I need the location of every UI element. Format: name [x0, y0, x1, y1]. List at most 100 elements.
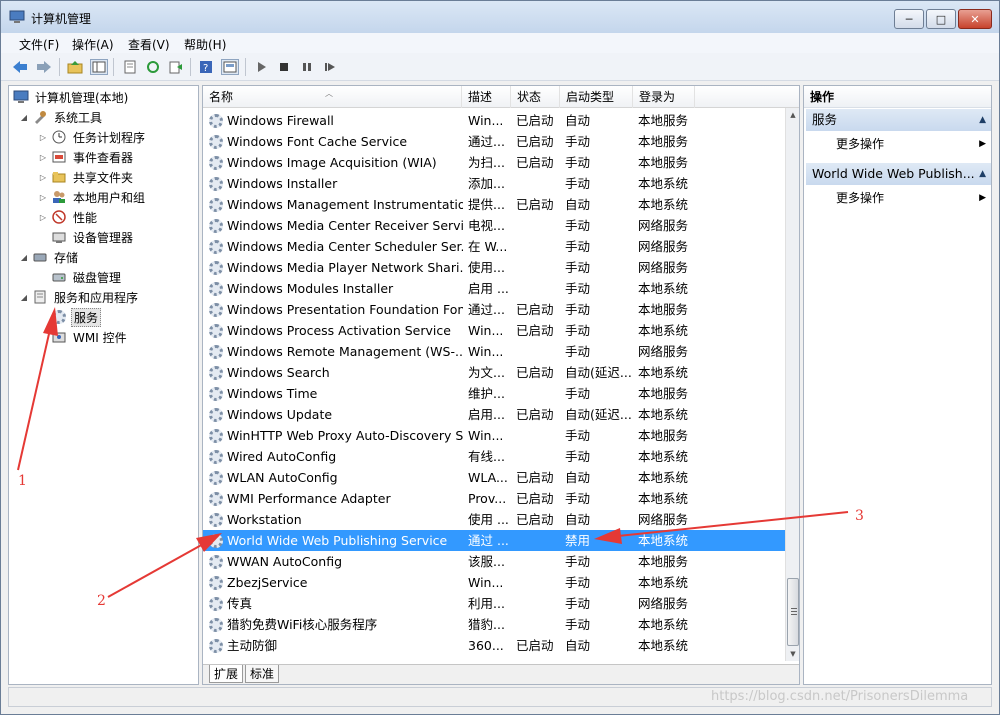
service-row[interactable]: Windows Image Acquisition (WIA) 为扫... 已启动手…	[203, 152, 785, 173]
service-row[interactable]: Windows Installer 添加... 手动 本地系统	[203, 173, 785, 194]
actions-section-www[interactable]: World Wide Web Publish... ▲	[806, 163, 991, 185]
tree-item-services[interactable]: 服务	[51, 307, 102, 327]
service-row[interactable]: 猎豹免费WiFi核心服务程序 猎豹... 手动 本地系统	[203, 614, 785, 635]
service-row[interactable]: Windows Media Player Network Shari... 使用.…	[203, 257, 785, 278]
tree-item-local-users[interactable]: ▷ 本地用户和组	[38, 188, 147, 206]
service-row[interactable]: Windows Media Center Scheduler Ser... 在 W…	[203, 236, 785, 257]
actions-section-services[interactable]: 服务 ▲	[806, 109, 991, 131]
service-row[interactable]: 主动防御 360... 已启动 自动 本地系统	[203, 635, 785, 656]
service-row[interactable]: Windows Remote Management (WS-... Win... 手…	[203, 341, 785, 362]
collapse-triangle-icon[interactable]: ▲	[979, 109, 986, 131]
help-icon[interactable]: ?	[197, 59, 215, 75]
column-header-name[interactable]: 名称 ︿	[203, 86, 462, 108]
service-row[interactable]: WLAN AutoConfig WLA... 已启动 自动 本地系统	[203, 467, 785, 488]
refresh-icon[interactable]	[144, 59, 162, 75]
collapse-triangle-icon[interactable]: ▲	[979, 163, 986, 185]
column-header-logon[interactable]: 登录为	[633, 86, 695, 108]
restart-icon[interactable]	[321, 59, 339, 75]
service-row[interactable]: World Wide Web Publishing Service 通过 ... 禁…	[203, 530, 785, 551]
tab-standard[interactable]: 标准	[245, 665, 280, 683]
gear-icon	[209, 614, 225, 635]
menu-file[interactable]: 文件(F)	[19, 36, 59, 53]
users-icon	[51, 190, 67, 205]
service-row[interactable]: Windows Update 启用... 已启动 自动(延迟... 本地系统	[203, 404, 785, 425]
service-row[interactable]: Windows Time 维护... 手动 本地服务	[203, 383, 785, 404]
service-startup-type: 手动	[565, 155, 591, 170]
minimize-button[interactable]: ─	[894, 9, 924, 29]
menu-view[interactable]: 查看(V)	[128, 36, 170, 53]
tree-item-system-tools[interactable]: ◢ 系统工具	[19, 108, 104, 126]
tree-item-event-viewer[interactable]: ▷ 事件查看器	[38, 148, 135, 166]
gear-icon	[209, 278, 225, 299]
collapse-arrow-icon[interactable]: ◢	[19, 253, 29, 262]
expand-arrow-icon[interactable]: ▷	[38, 173, 48, 182]
service-logon-as: 本地系统	[638, 470, 689, 485]
toolbar-separator	[190, 58, 191, 76]
back-arrow-icon[interactable]	[11, 59, 29, 75]
service-row[interactable]: Windows Presentation Foundation Fon... 通过…	[203, 299, 785, 320]
service-name: 主动防御	[227, 638, 278, 653]
more-actions-services[interactable]: 更多操作 ▶	[836, 134, 986, 154]
tree-item-wmi[interactable]: WMI 控件	[51, 328, 129, 346]
pause-icon[interactable]	[298, 59, 316, 75]
export-icon[interactable]	[167, 59, 185, 75]
service-row[interactable]: Windows Search 为文... 已启动 自动(延迟... 本地系统	[203, 362, 785, 383]
stop-icon[interactable]	[275, 59, 293, 75]
collapse-arrow-icon[interactable]: ◢	[19, 293, 29, 302]
service-row[interactable]: Windows Font Cache Service 通过... 已启动 手动 本地服务	[203, 131, 785, 152]
tree-item-task-scheduler[interactable]: ▷ 任务计划程序	[38, 128, 147, 146]
service-logon-as: 本地服务	[638, 386, 689, 401]
service-row[interactable]: WMI Performance Adapter Prov... 已启动 手动 本地系统	[203, 488, 785, 509]
service-row[interactable]: WinHTTP Web Proxy Auto-Discovery S... Win…	[203, 425, 785, 446]
service-name: 传真	[227, 596, 253, 611]
tree-item-disk-management[interactable]: 磁盘管理	[51, 268, 123, 286]
column-header-desc[interactable]: 描述	[462, 86, 511, 108]
console-icon[interactable]	[221, 59, 239, 75]
tree-item-services-apps[interactable]: ◢ 服务和应用程序	[19, 288, 140, 306]
clock-icon	[51, 130, 67, 145]
service-row[interactable]: Windows Management Instrumentation 提供... 已…	[203, 194, 785, 215]
service-row[interactable]: Windows Media Center Receiver Servi... 电视…	[203, 215, 785, 236]
menu-help[interactable]: 帮助(H)	[184, 36, 226, 53]
close-button[interactable]: ✕	[958, 9, 992, 29]
vertical-scrollbar[interactable]: ▲ ▼	[785, 108, 799, 661]
more-actions-www[interactable]: 更多操作 ▶	[836, 188, 986, 208]
show-tree-icon[interactable]	[90, 59, 108, 75]
service-row[interactable]: ZbezjService Win... 手动 本地系统	[203, 572, 785, 593]
scroll-thumb[interactable]	[787, 578, 799, 646]
service-name: Windows Process Activation Service	[227, 323, 451, 338]
tree-item-shared-folders[interactable]: ▷ 共享文件夹	[38, 168, 135, 186]
service-description: 360...	[468, 638, 504, 653]
collapse-arrow-icon[interactable]: ◢	[19, 113, 29, 122]
tree-item-storage[interactable]: ◢ 存储	[19, 248, 80, 266]
tree-item-performance[interactable]: ▷ 性能	[38, 208, 99, 226]
tree-item-root[interactable]: 计算机管理(本地)	[13, 88, 130, 106]
play-icon[interactable]	[252, 59, 270, 75]
scroll-up-icon[interactable]: ▲	[786, 108, 799, 122]
forward-arrow-icon[interactable]	[35, 59, 53, 75]
service-row[interactable]: Wired AutoConfig 有线... 手动 本地系统	[203, 446, 785, 467]
service-row[interactable]: Windows Firewall Win... 已启动 自动 本地服务	[203, 110, 785, 131]
service-status: 已启动	[516, 302, 554, 317]
maximize-button[interactable]: □	[926, 9, 956, 29]
service-description: Win...	[468, 344, 504, 359]
tab-extended[interactable]: 扩展	[209, 665, 244, 683]
service-row[interactable]: WWAN AutoConfig 该服... 手动 本地服务	[203, 551, 785, 572]
service-row[interactable]: 传真 利用... 手动 网络服务	[203, 593, 785, 614]
tree-item-label: 性能	[73, 210, 98, 225]
expand-arrow-icon[interactable]: ▷	[38, 213, 48, 222]
service-logon-as: 本地系统	[638, 176, 689, 191]
column-header-status[interactable]: 状态	[511, 86, 560, 108]
expand-arrow-icon[interactable]: ▷	[38, 153, 48, 162]
service-row[interactable]: Windows Modules Installer 启用 ... 手动 本地系统	[203, 278, 785, 299]
expand-arrow-icon[interactable]: ▷	[38, 193, 48, 202]
tree-item-device-manager[interactable]: 设备管理器	[51, 228, 135, 246]
column-header-startup-type[interactable]: 启动类型	[560, 86, 633, 108]
service-row[interactable]: Windows Process Activation Service Win...…	[203, 320, 785, 341]
scroll-down-icon[interactable]: ▼	[786, 647, 799, 661]
menu-action[interactable]: 操作(A)	[72, 36, 114, 53]
up-folder-icon[interactable]	[66, 59, 84, 75]
properties-icon[interactable]	[121, 59, 139, 75]
service-row[interactable]: Workstation 使用 ... 已启动 自动 网络服务	[203, 509, 785, 530]
expand-arrow-icon[interactable]: ▷	[38, 133, 48, 142]
